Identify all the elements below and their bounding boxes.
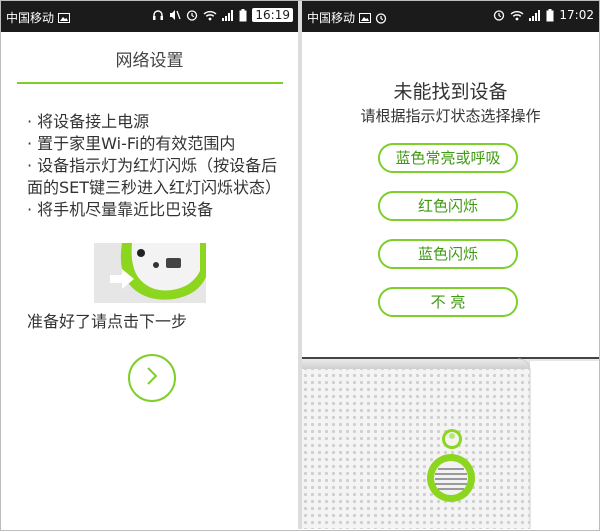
- instruction-item: · 设备指示灯为红灯闪烁（按设备后面的SET键三秒进入红灯闪烁状态）: [27, 156, 282, 197]
- phone-device-not-found: 中国移动 17:02 未能找到设备 请根据指示灯状态选择操作 蓝色常亮或呼吸 红…: [302, 1, 599, 529]
- mute-icon: [169, 9, 182, 21]
- instruction-item: · 置于家里Wi-Fi的有效范围内: [27, 134, 236, 153]
- option-off-button[interactable]: 不 亮: [378, 287, 518, 317]
- instruction-list: · 将设备接上电源 · 置于家里Wi-Fi的有效范围内 · 设备指示灯为红灯闪烁…: [27, 111, 289, 221]
- status-bar: 中国移动 17:02: [302, 1, 599, 32]
- speaker-device-image: [302, 351, 599, 529]
- page-title: 未能找到设备: [393, 81, 508, 103]
- signal-icon: [529, 9, 541, 21]
- wifi-icon: [203, 10, 217, 21]
- option-blue-blinking-button[interactable]: 蓝色闪烁: [378, 239, 518, 269]
- instruction-item: · 将手机尽量靠近比巴设备: [27, 200, 214, 219]
- ready-prompt: 准备好了请点击下一步: [27, 312, 188, 331]
- alarm-icon: [493, 9, 505, 21]
- battery-icon: [239, 8, 247, 22]
- next-step-button[interactable]: [128, 354, 176, 402]
- alarm-icon: [375, 12, 387, 24]
- title-divider: [17, 82, 283, 84]
- option-red-blinking-button[interactable]: 红色闪烁: [378, 191, 518, 221]
- wifi-icon: [510, 10, 524, 21]
- phone-network-settings: 中国移动 16:19 网络设置 · 将设备接上电源 · 置于家里Wi-Fi的有效…: [1, 1, 298, 529]
- status-time: 17:02: [559, 8, 594, 22]
- headphones-icon: [152, 9, 164, 21]
- image-icon: [359, 12, 372, 23]
- battery-icon: [546, 8, 554, 22]
- page-subtitle: 请根据指示灯状态选择操作: [360, 107, 541, 125]
- alarm-icon: [186, 9, 198, 21]
- chevron-right-icon: [144, 366, 160, 390]
- instruction-item: · 将设备接上电源: [27, 112, 150, 131]
- carrier-label: 中国移动: [6, 11, 55, 25]
- page-title: 网络设置: [115, 51, 184, 71]
- carrier-label: 中国移动: [307, 11, 356, 25]
- image-icon: [58, 12, 71, 23]
- signal-icon: [222, 9, 234, 21]
- status-bar: 中国移动 16:19: [1, 1, 298, 32]
- device-back-photo: [94, 243, 206, 303]
- status-time: 16:19: [252, 8, 293, 22]
- option-blue-steady-button[interactable]: 蓝色常亮或呼吸: [378, 143, 518, 173]
